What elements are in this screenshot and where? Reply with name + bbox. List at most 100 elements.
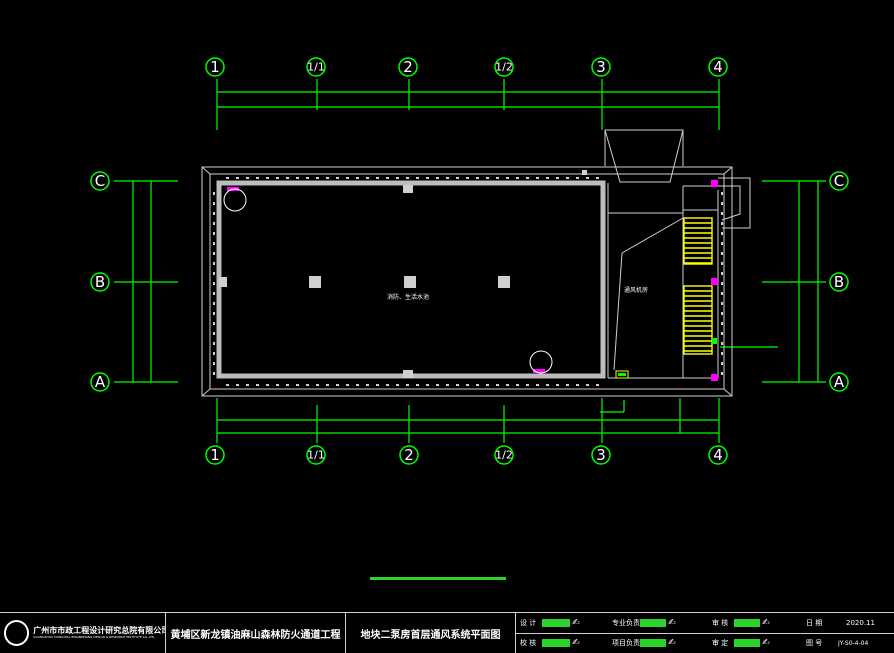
wall-hatch-dot bbox=[476, 177, 479, 179]
axis-label-bottom-4: 4 bbox=[713, 446, 723, 464]
company-cell: 广州市市政工程设计研究总院有限公司 GUANGZHOU MUNICIPAL EN… bbox=[0, 613, 165, 653]
wall-hatch-dot bbox=[721, 322, 723, 325]
wall-hatch-dot bbox=[236, 384, 239, 386]
wall-hatch-dot bbox=[721, 312, 723, 315]
wall-hatch-dot bbox=[246, 177, 249, 179]
wall-hatch-dot bbox=[721, 362, 723, 365]
axis-label-right-b: B bbox=[834, 273, 844, 291]
design-name bbox=[542, 619, 570, 627]
axis-label-bottom-1-2: 1/2 bbox=[495, 449, 513, 462]
main-room-label: 消防、生活水池 bbox=[387, 293, 429, 301]
axis-label-bottom-3: 3 bbox=[596, 446, 606, 464]
wall-hatch-dot bbox=[213, 232, 215, 235]
wall-hatch-dot bbox=[296, 177, 299, 179]
axis-label-right-a: A bbox=[834, 373, 845, 391]
axis-bubbles bbox=[90, 57, 849, 465]
signature-grid: 设 计 ✍ 专业负责 ✍ 审 核 ✍ 日 期 2020.11 校 核 ✍ 项目负… bbox=[515, 613, 894, 653]
signature-row-top: 设 计 ✍ 专业负责 ✍ 审 核 ✍ 日 期 2020.11 bbox=[516, 613, 894, 634]
axis-label-bottom-2: 2 bbox=[404, 446, 414, 464]
wall-hatch-dot bbox=[213, 352, 215, 355]
wall-hatch-dot bbox=[366, 177, 369, 179]
wall-hatch-dot bbox=[213, 262, 215, 265]
wall-hatch-dot bbox=[326, 177, 329, 179]
design-label: 设 计 bbox=[520, 619, 537, 627]
drawing-title: 地块二泵房首层通风系统平面图 bbox=[360, 629, 501, 641]
wall-hatch-dot bbox=[486, 384, 489, 386]
wall-hatch-dot bbox=[213, 202, 215, 205]
wall-hatch-dot bbox=[213, 292, 215, 295]
wall-hatch-dot bbox=[486, 177, 489, 179]
wall-hatch-dot bbox=[576, 177, 579, 179]
axis-label-top-2: 2 bbox=[403, 58, 413, 76]
wall-hatch-dot bbox=[721, 372, 723, 375]
wall-hatch-dot bbox=[496, 177, 499, 179]
wall-hatch-dot bbox=[256, 177, 259, 179]
wall-hatch-dot bbox=[506, 384, 509, 386]
wall-hatch-dot bbox=[406, 384, 409, 386]
wall-hatch-dot bbox=[556, 384, 559, 386]
axis-label-bottom-1: 1 bbox=[210, 446, 220, 464]
top-dimension-lines bbox=[216, 79, 720, 130]
wall-hatch-dot bbox=[586, 177, 589, 179]
approve-signature: ✍ bbox=[762, 638, 770, 648]
wall-hatch-dot bbox=[356, 177, 359, 179]
wall-hatch-dot bbox=[226, 177, 229, 179]
floor-plan-drawing: 1 1/1 2 1/2 3 4 1 1/1 2 1/2 3 4 C B A C … bbox=[90, 57, 849, 580]
wall-hatch-dot bbox=[346, 384, 349, 386]
axis-label-top-3: 3 bbox=[596, 58, 606, 76]
specialty-lead-label: 专业负责 bbox=[612, 619, 640, 627]
wall-hatch-dot bbox=[346, 177, 349, 179]
wall-hatch-dot bbox=[721, 212, 723, 215]
axis-label-right-c: C bbox=[834, 172, 844, 190]
company-name-en: GUANGZHOU MUNICIPAL ENGINEERING DESIGN &… bbox=[33, 635, 156, 639]
project-lead-signature: ✍ bbox=[668, 638, 676, 648]
wall-hatch-dot bbox=[213, 282, 215, 285]
wall-hatch-dot bbox=[396, 177, 399, 179]
wall-hatch-dot bbox=[386, 384, 389, 386]
check-signature: ✍ bbox=[572, 638, 580, 648]
wall-hatch-dot bbox=[436, 384, 439, 386]
wall-hatch-dot bbox=[721, 332, 723, 335]
axis-label-left-b: B bbox=[95, 273, 105, 291]
wall-hatch-dot bbox=[356, 384, 359, 386]
wall-hatch-dot bbox=[436, 177, 439, 179]
right-dimension-lines bbox=[720, 180, 826, 383]
wall-hatch-dot bbox=[316, 384, 319, 386]
wall-hatch-dot bbox=[721, 292, 723, 295]
side-room-label: 通风机房 bbox=[624, 286, 648, 294]
wall-hatch-dot bbox=[516, 177, 519, 179]
wall-hatch-dot bbox=[286, 177, 289, 179]
approve-name bbox=[734, 639, 760, 647]
company-logo-icon bbox=[4, 620, 30, 646]
wall-hatch-dot bbox=[721, 192, 723, 195]
wall-hatch-dot bbox=[596, 177, 599, 179]
wall-hatch-dot bbox=[213, 242, 215, 245]
approve-label: 审 定 bbox=[712, 639, 729, 647]
wall-hatch-dot bbox=[566, 177, 569, 179]
wall-hatch-dot bbox=[213, 222, 215, 225]
wall-hatch-dot bbox=[721, 282, 723, 285]
wall-hatch-dot bbox=[721, 252, 723, 255]
wall-hatch-dot bbox=[516, 384, 519, 386]
wall-hatch-dot bbox=[276, 177, 279, 179]
axis-label-top-4: 4 bbox=[713, 58, 723, 76]
wall-hatch-dot bbox=[286, 384, 289, 386]
wall-hatch-dot bbox=[721, 302, 723, 305]
wall-hatch-dot bbox=[596, 384, 599, 386]
wall-hatch-dot bbox=[213, 302, 215, 305]
wall-hatch-dot bbox=[316, 177, 319, 179]
axis-label-top-1-2: 1/2 bbox=[495, 61, 513, 74]
project-name-cell: 黄埔区新龙镇油麻山森林防火通道工程 bbox=[165, 613, 345, 653]
wall-hatch-dot bbox=[526, 177, 529, 179]
wall-hatch-dot bbox=[376, 384, 379, 386]
wall-hatch-dot bbox=[213, 342, 215, 345]
check-label: 校 核 bbox=[520, 639, 537, 647]
project-lead-name bbox=[640, 639, 666, 647]
review-label: 审 核 bbox=[712, 619, 729, 627]
ventilation-devices bbox=[227, 180, 718, 381]
wall-hatch-dot bbox=[366, 384, 369, 386]
wall-hatch-dot bbox=[266, 177, 269, 179]
wall-hatch-dot bbox=[506, 177, 509, 179]
wall-hatch-dot bbox=[536, 177, 539, 179]
building-walls bbox=[201, 129, 751, 397]
